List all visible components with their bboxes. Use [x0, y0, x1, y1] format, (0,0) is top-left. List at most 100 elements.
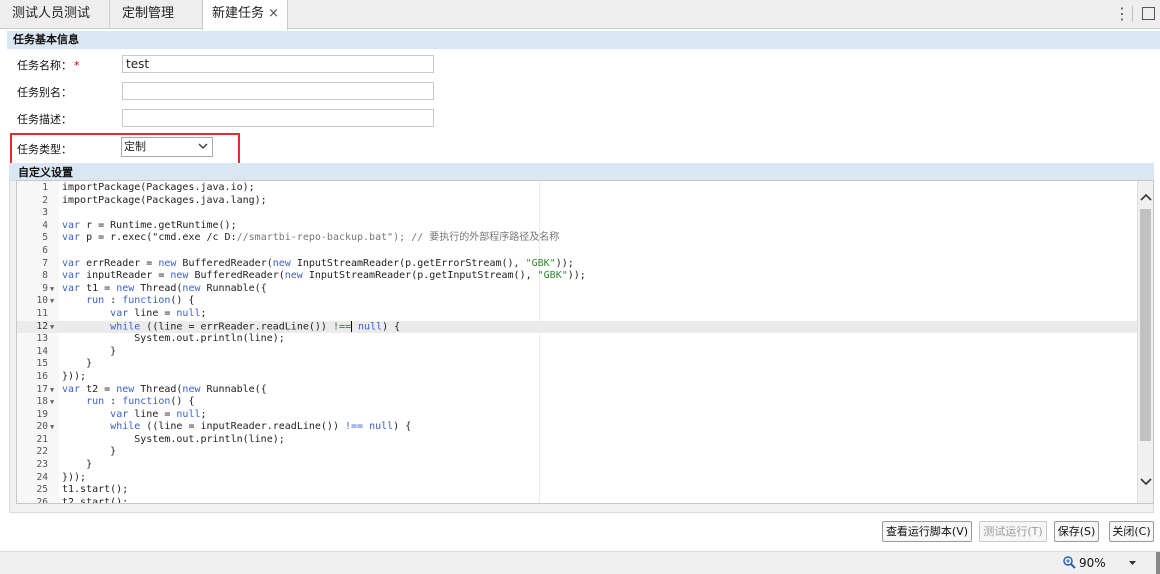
- line-number: 16: [36, 370, 48, 382]
- maximize-icon[interactable]: [1142, 7, 1155, 20]
- line-number: 25: [36, 484, 48, 496]
- line-number: 24: [36, 471, 48, 483]
- code-lines: 1 importPackage(Packages.java.io); 2 import…: [17, 182, 1139, 504]
- code-line[interactable]: 15 }: [17, 358, 1139, 371]
- line-number: 12: [36, 320, 48, 332]
- status-bar: 90%: [0, 551, 1160, 574]
- tab-custom-management[interactable]: 定制管理: [109, 0, 199, 29]
- code-line[interactable]: 9 ▼ var t1 = new Thread(new Runnable({: [17, 283, 1139, 296]
- line-number: 10: [36, 295, 48, 307]
- line-number: 14: [36, 345, 48, 357]
- window-edge: [1156, 552, 1160, 574]
- code-text: var line = null;: [110, 408, 207, 420]
- section-header-basic-info: 任务基本信息: [7, 31, 1160, 49]
- code-line[interactable]: 22 }: [17, 446, 1139, 459]
- code-line[interactable]: 14 }: [17, 346, 1139, 359]
- code-line[interactable]: 5 var p = r.exec("cmd.exe /c D://smartbi-…: [17, 232, 1139, 245]
- code-line[interactable]: 20 ▼ while ((line = inputReader.readLine(…: [17, 421, 1139, 434]
- section-header-custom-settings: 自定义设置: [9, 163, 1154, 180]
- more-options-icon[interactable]: ⋮: [1114, 0, 1130, 28]
- line-number: 23: [36, 459, 48, 471]
- line-number: 3: [42, 207, 48, 219]
- chevron-down-icon[interactable]: [1128, 555, 1137, 572]
- code-line[interactable]: 12 ▼ while ((line = errReader.readLine())…: [17, 320, 1139, 334]
- code-line[interactable]: 10 ▼ run : function() {: [17, 295, 1139, 308]
- required-marker: *: [74, 59, 80, 72]
- line-number: 20: [36, 421, 48, 433]
- line-number: 11: [36, 307, 48, 319]
- line-number: 15: [36, 358, 48, 370]
- code-text: System.out.println(line);: [62, 333, 285, 345]
- code-line[interactable]: 25 t1.start();: [17, 484, 1139, 497]
- line-number: 26: [36, 496, 48, 504]
- tab-tester-test[interactable]: 测试人员测试: [0, 0, 108, 29]
- zoom-level[interactable]: 90%: [1079, 556, 1106, 570]
- code-line[interactable]: 19 var line = null;: [17, 409, 1139, 422]
- code-line[interactable]: 21 System.out.println(line);: [17, 434, 1139, 447]
- code-text: }: [62, 358, 93, 370]
- text-cursor: [351, 320, 352, 332]
- code-line[interactable]: 16}));: [17, 371, 1139, 384]
- code-editor[interactable]: 1 importPackage(Packages.java.io); 2 import…: [16, 180, 1154, 504]
- code-text: var t2 = new Thread(new Runnable({: [62, 383, 267, 395]
- fold-arrow-icon[interactable]: ▼: [50, 283, 54, 296]
- task-name-label-text: 任务名称：: [17, 59, 72, 72]
- fold-arrow-icon[interactable]: ▼: [50, 396, 54, 409]
- code-text: var inputReader = new BufferedReader(new…: [62, 270, 586, 282]
- line-number: 2: [42, 194, 48, 206]
- zoom-icon[interactable]: [1063, 556, 1076, 569]
- code-line[interactable]: 26 t2.start();: [17, 496, 1139, 504]
- line-number: 21: [36, 433, 48, 445]
- code-line[interactable]: 18 ▼ run : function() {: [17, 396, 1139, 409]
- close-button[interactable]: 关闭(C): [1109, 521, 1154, 542]
- task-name-input[interactable]: test: [122, 55, 434, 73]
- fold-arrow-icon[interactable]: ▼: [50, 321, 54, 334]
- close-icon[interactable]: ×: [268, 0, 279, 28]
- task-description-input[interactable]: [122, 109, 434, 127]
- code-line[interactable]: 2 importPackage(Packages.java.lang);: [17, 195, 1139, 208]
- fold-arrow-icon[interactable]: ▼: [50, 295, 54, 308]
- task-type-select[interactable]: 定制: [121, 137, 213, 157]
- code-text: }: [62, 345, 117, 357]
- task-alias-label: 任务别名：: [17, 86, 72, 99]
- task-type-label: 任务类型：: [17, 143, 72, 156]
- code-text: var r = Runtime.getRuntime();: [62, 219, 237, 231]
- save-button[interactable]: 保存(S): [1054, 521, 1099, 542]
- code-text: importPackage(Packages.java.io);: [62, 182, 255, 193]
- code-text: run : function() {: [86, 396, 195, 408]
- scroll-thumb[interactable]: [1140, 209, 1151, 441]
- divider: [1132, 6, 1133, 22]
- code-line[interactable]: 23 }: [17, 459, 1139, 472]
- code-line[interactable]: 1 importPackage(Packages.java.io);: [17, 182, 1139, 195]
- task-description-label: 任务描述：: [17, 113, 72, 126]
- code-line[interactable]: 4 var r = Runtime.getRuntime();: [17, 220, 1139, 233]
- line-number: 18: [36, 396, 48, 408]
- fold-arrow-icon[interactable]: ▼: [50, 384, 54, 397]
- tab-new-task[interactable]: 新建任务 ×: [202, 0, 288, 30]
- task-type-value: 定制: [124, 140, 146, 153]
- tab-label: 测试人员测试: [12, 6, 91, 21]
- view-run-script-button[interactable]: 查看运行脚本(V): [882, 521, 972, 542]
- scroll-up-icon[interactable]: [1140, 192, 1152, 205]
- test-run-button[interactable]: 测试运行(T): [979, 521, 1047, 542]
- line-number: 7: [42, 257, 48, 269]
- code-line[interactable]: 17 ▼ var t2 = new Thread(new Runnable({: [17, 384, 1139, 397]
- code-line[interactable]: 8 var inputReader = new BufferedReader(ne…: [17, 270, 1139, 283]
- code-text: var t1 = new Thread(new Runnable({: [62, 282, 267, 294]
- scroll-down-icon[interactable]: [1140, 477, 1152, 490]
- code-text: var p = r.exec("cmd.exe /c D://smartbi-r…: [62, 232, 560, 244]
- task-alias-input[interactable]: [122, 82, 434, 100]
- code-line[interactable]: 7 var errReader = new BufferedReader(new …: [17, 258, 1139, 271]
- line-number: 4: [42, 219, 48, 231]
- vertical-scrollbar[interactable]: [1137, 181, 1153, 503]
- fold-arrow-icon[interactable]: ▼: [50, 421, 54, 434]
- code-line[interactable]: 13 System.out.println(line);: [17, 333, 1139, 346]
- code-line[interactable]: 24}));: [17, 472, 1139, 485]
- code-line[interactable]: 3: [17, 207, 1139, 220]
- code-line[interactable]: 6: [17, 245, 1139, 258]
- code-line[interactable]: 11 var line = null;: [17, 308, 1139, 321]
- line-number: 17: [36, 383, 48, 395]
- line-number: 13: [36, 333, 48, 345]
- chevron-down-icon: [198, 139, 208, 158]
- line-number: 9: [42, 282, 48, 294]
